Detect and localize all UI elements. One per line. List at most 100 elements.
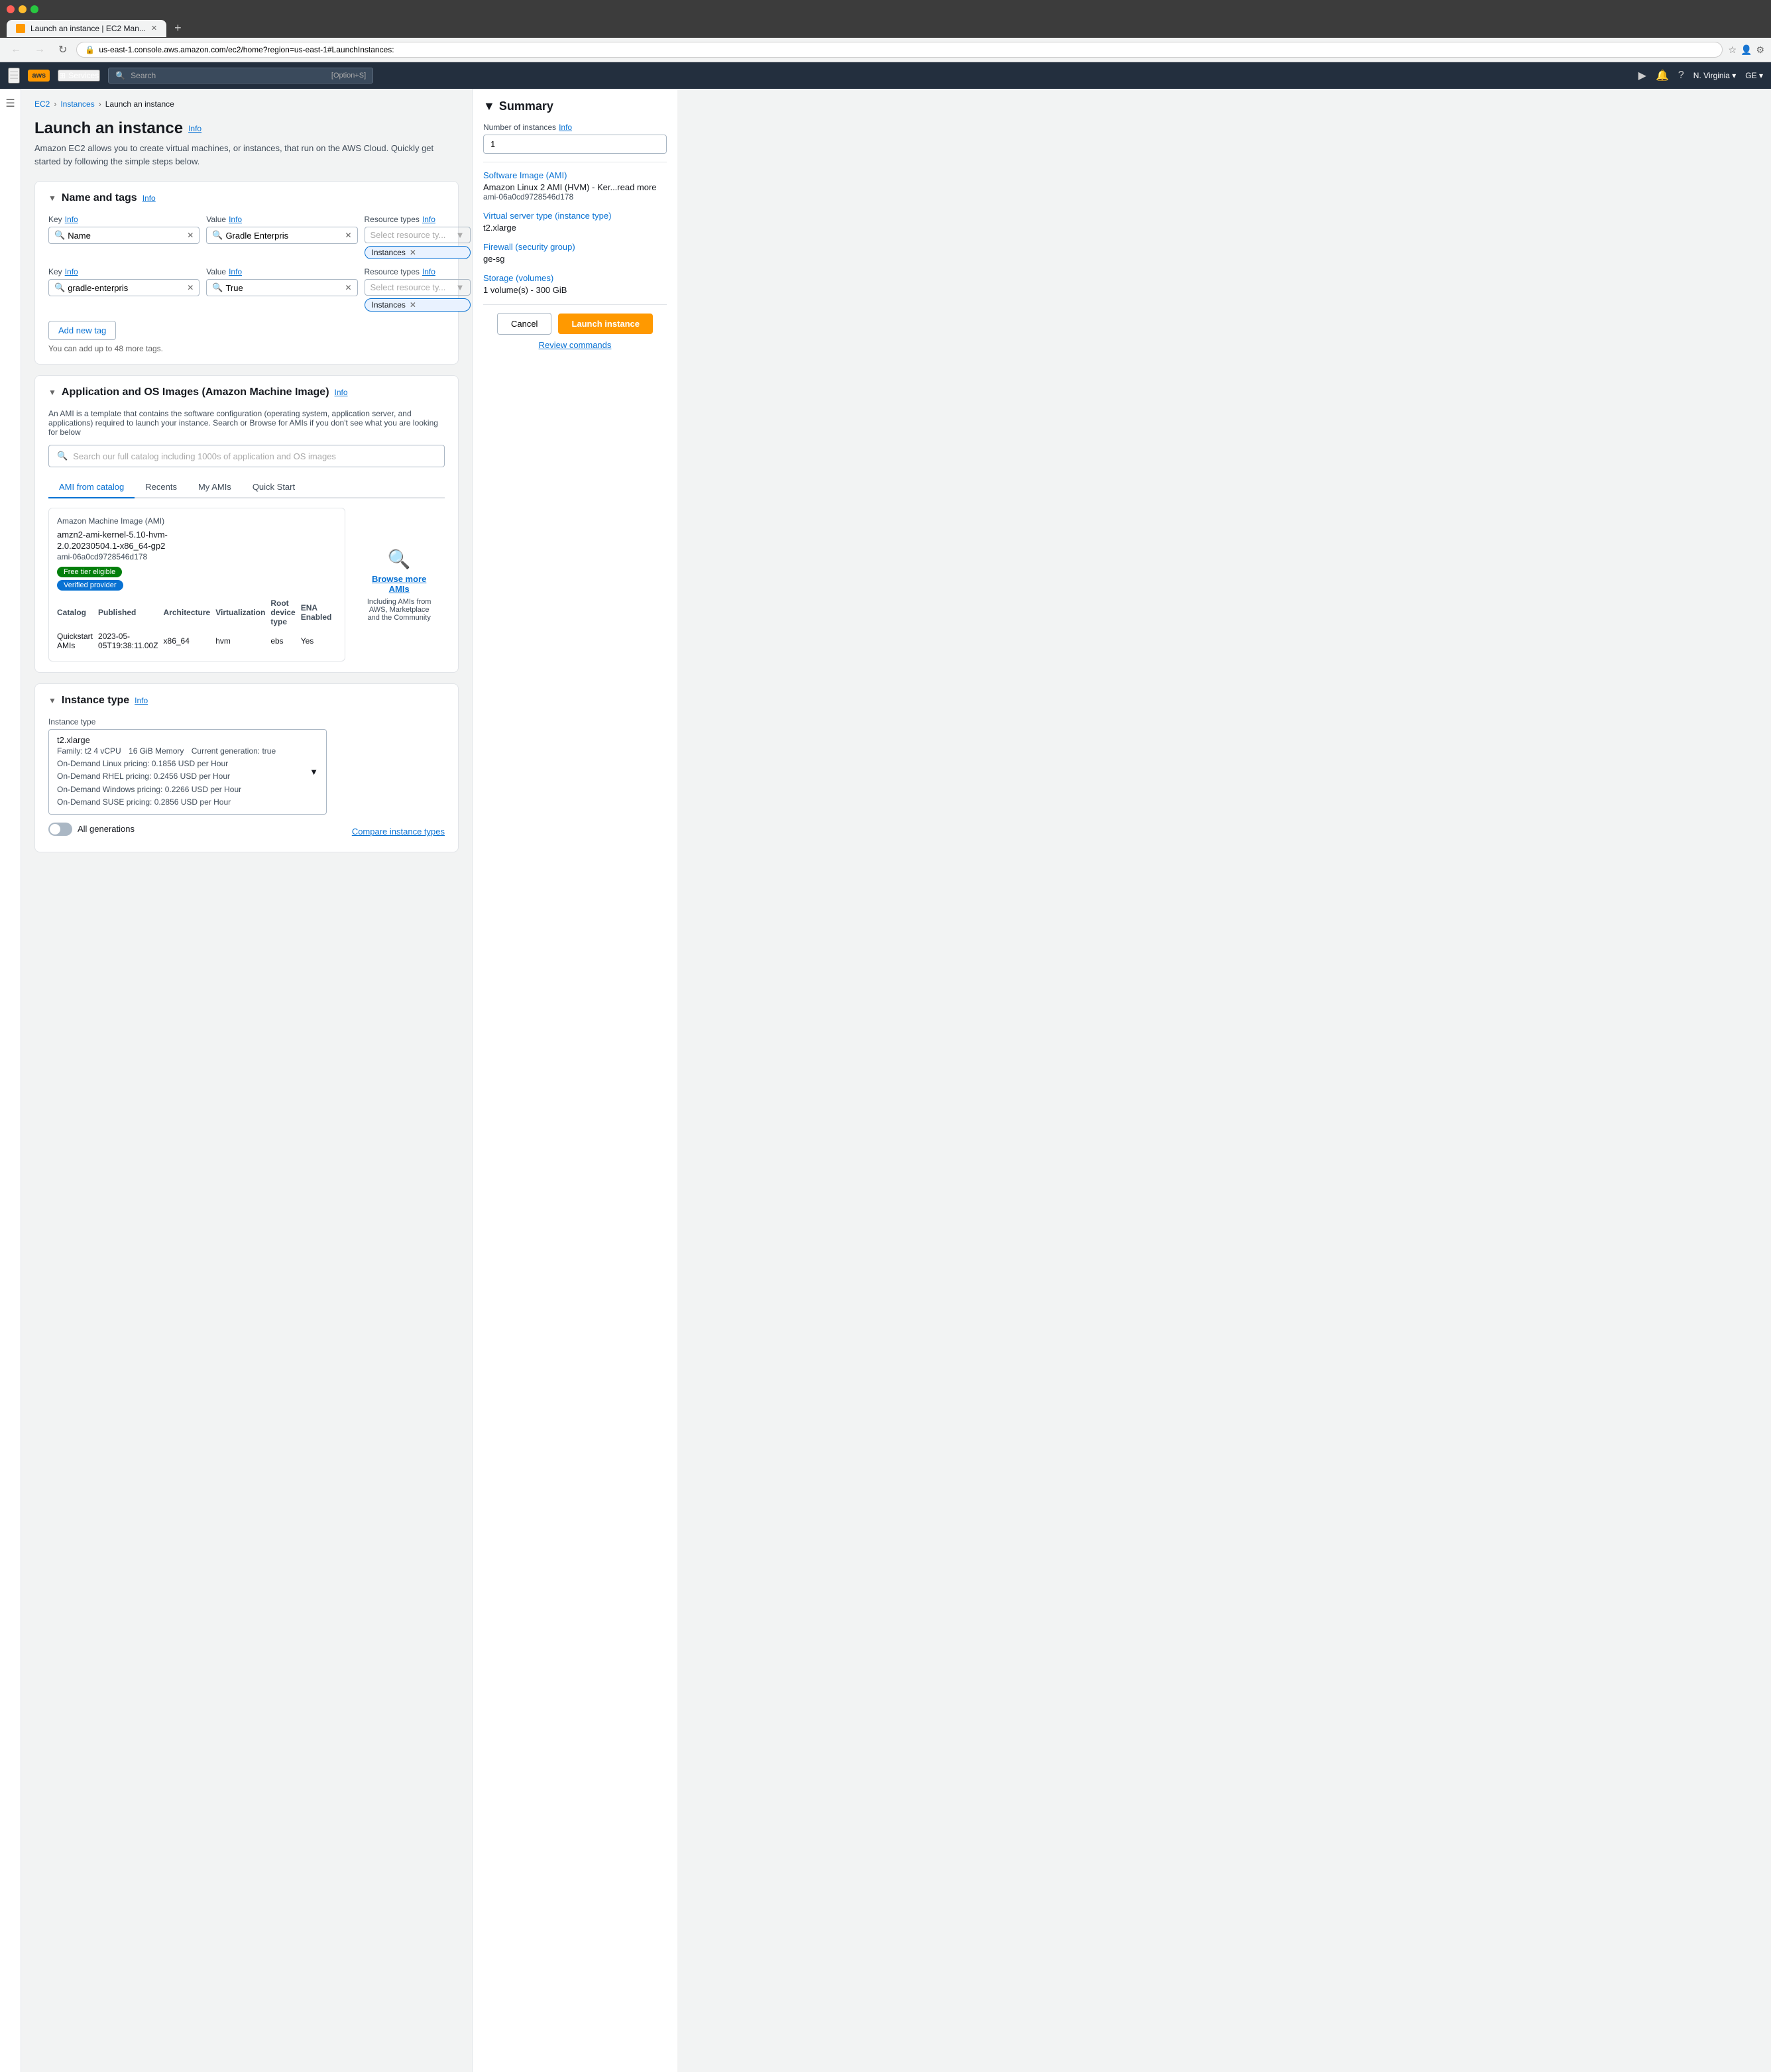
resource-info-1[interactable]: Info bbox=[422, 215, 435, 224]
summary-divider-2 bbox=[483, 304, 667, 305]
ami-tab-recents[interactable]: Recents bbox=[135, 477, 188, 498]
search-shortcut: [Option+S] bbox=[331, 72, 366, 80]
ami-section: ▼ Application and OS Images (Amazon Mach… bbox=[34, 375, 459, 673]
ami-tab-myamis[interactable]: My AMIs bbox=[188, 477, 242, 498]
tag-row-1: Key Info 🔍 ✕ Value Info bbox=[48, 215, 445, 259]
cancel-button[interactable]: Cancel bbox=[497, 313, 551, 335]
ami-cell-virt: hvm bbox=[215, 629, 270, 653]
key-clear-1[interactable]: ✕ bbox=[187, 231, 194, 240]
all-generations-switch[interactable] bbox=[48, 823, 72, 836]
add-new-tag-button[interactable]: Add new tag bbox=[48, 321, 116, 340]
aws-topnav: ☰ aws ⊞ Services 🔍 [Option+S] ▶ 🔔 ? N. V… bbox=[0, 62, 1771, 89]
value-clear-1[interactable]: ✕ bbox=[345, 231, 351, 240]
resource-label-2: Resource types Info bbox=[365, 267, 471, 276]
sidebar-toggle-button[interactable]: ☰ bbox=[0, 89, 21, 2072]
resource-select-2[interactable]: Select resource ty... ▼ bbox=[365, 279, 471, 296]
resource-dropdown-icon-2: ▼ bbox=[456, 282, 465, 292]
help-icon[interactable]: ? bbox=[1678, 70, 1684, 82]
instances-badge-text-2: Instances bbox=[372, 300, 406, 310]
ami-tab-catalog[interactable]: AMI from catalog bbox=[48, 477, 135, 498]
ami-search-bar[interactable]: 🔍 bbox=[48, 445, 445, 467]
num-instances-info[interactable]: Info bbox=[559, 123, 572, 132]
ami-table-row: Quickstart AMIs 2023-05-05T19:38:11.00Z … bbox=[57, 629, 337, 653]
server-type-title[interactable]: Virtual server type (instance type) bbox=[483, 211, 667, 221]
traffic-light-minimize[interactable] bbox=[19, 5, 27, 13]
search-input[interactable] bbox=[131, 71, 326, 80]
resource-placeholder-2: Select resource ty... bbox=[371, 282, 446, 292]
key-text-input-2[interactable] bbox=[68, 283, 184, 293]
resource-info-2[interactable]: Info bbox=[422, 267, 435, 276]
instance-type-selector[interactable]: t2.xlarge Family: t2 4 vCPU 16 GiB Memor… bbox=[48, 729, 327, 815]
bookmark-button[interactable]: ☆ bbox=[1728, 44, 1737, 56]
summary-actions: Cancel Launch instance bbox=[483, 313, 667, 335]
instance-memory: 16 GiB Memory bbox=[129, 746, 184, 756]
username-menu[interactable]: GE ▾ bbox=[1745, 71, 1763, 80]
value-info-1[interactable]: Info bbox=[229, 215, 242, 224]
value-info-2[interactable]: Info bbox=[229, 267, 242, 276]
value-text-input-2[interactable] bbox=[225, 283, 342, 293]
name-tags-collapse-icon[interactable]: ▼ bbox=[48, 194, 56, 203]
launch-instance-button[interactable]: Launch instance bbox=[558, 314, 653, 334]
ami-search-input[interactable] bbox=[73, 451, 436, 461]
key-clear-2[interactable]: ✕ bbox=[187, 283, 194, 292]
key-input-2[interactable]: 🔍 ✕ bbox=[48, 279, 200, 296]
instance-type-info-link[interactable]: Info bbox=[135, 696, 148, 705]
hamburger-menu-button[interactable]: ☰ bbox=[8, 68, 20, 84]
key-input-1[interactable]: 🔍 ✕ bbox=[48, 227, 200, 244]
value-input-2[interactable]: 🔍 ✕ bbox=[206, 279, 357, 296]
nav-back-button[interactable]: ← bbox=[7, 42, 25, 57]
video-icon[interactable]: ▶ bbox=[1638, 69, 1646, 82]
value-text-input-1[interactable] bbox=[225, 231, 342, 241]
instance-family: Family: t2 bbox=[57, 746, 93, 756]
page-info-link[interactable]: Info bbox=[188, 124, 201, 133]
instance-type-collapse-icon[interactable]: ▼ bbox=[48, 696, 56, 705]
ami-col-published: Published bbox=[98, 596, 164, 629]
search-bar[interactable]: 🔍 [Option+S] bbox=[108, 68, 373, 84]
traffic-light-close[interactable] bbox=[7, 5, 15, 13]
firewall-title[interactable]: Firewall (security group) bbox=[483, 242, 667, 252]
new-tab-button[interactable]: + bbox=[169, 19, 187, 38]
breadcrumb-instances[interactable]: Instances bbox=[60, 99, 94, 109]
ami-tab-quickstart[interactable]: Quick Start bbox=[242, 477, 306, 498]
nav-refresh-button[interactable]: ↻ bbox=[54, 42, 71, 58]
ami-cell-root: ebs bbox=[270, 629, 300, 653]
region-selector[interactable]: N. Virginia ▾ bbox=[1693, 71, 1737, 80]
summary-collapse-icon[interactable]: ▼ bbox=[483, 99, 495, 113]
profile-button[interactable]: 👤 bbox=[1741, 44, 1752, 56]
instances-badge-remove-1[interactable]: ✕ bbox=[410, 248, 416, 257]
compare-instance-types-link[interactable]: Compare instance types bbox=[352, 827, 445, 836]
traffic-light-maximize[interactable] bbox=[30, 5, 38, 13]
summary-server-type: Virtual server type (instance type) t2.x… bbox=[483, 211, 667, 233]
name-tags-info-link[interactable]: Info bbox=[143, 194, 156, 203]
url-input[interactable] bbox=[99, 45, 1714, 54]
bell-icon[interactable]: 🔔 bbox=[1656, 69, 1669, 82]
browse-amis-link[interactable]: Browse more AMIs bbox=[367, 574, 431, 594]
ami-info-link[interactable]: Info bbox=[335, 388, 348, 397]
nav-forward-button[interactable]: → bbox=[30, 42, 49, 57]
instances-badge-remove-2[interactable]: ✕ bbox=[410, 300, 416, 310]
ami-section-title: Application and OS Images (Amazon Machin… bbox=[62, 386, 329, 398]
review-commands-link[interactable]: Review commands bbox=[483, 340, 667, 350]
num-instances-input[interactable] bbox=[483, 135, 667, 154]
key-info-1[interactable]: Info bbox=[65, 215, 78, 224]
instance-windows-pricing: On-Demand Windows pricing: 0.2266 USD pe… bbox=[57, 783, 276, 796]
key-text-input-1[interactable] bbox=[68, 231, 184, 241]
resource-field-2: Resource types Info Select resource ty..… bbox=[365, 267, 471, 296]
value-label-1: Value Info bbox=[206, 215, 357, 224]
software-image-title[interactable]: Software Image (AMI) bbox=[483, 170, 667, 180]
storage-title[interactable]: Storage (volumes) bbox=[483, 273, 667, 283]
resource-select-1[interactable]: Select resource ty... ▼ bbox=[365, 227, 471, 243]
ami-collapse-icon[interactable]: ▼ bbox=[48, 388, 56, 397]
summary-storage: Storage (volumes) 1 volume(s) - 300 GiB bbox=[483, 273, 667, 295]
value-input-1[interactable]: 🔍 ✕ bbox=[206, 227, 357, 244]
value-clear-2[interactable]: ✕ bbox=[345, 283, 351, 292]
address-bar[interactable]: 🔒 bbox=[76, 42, 1723, 58]
tab-close-button[interactable]: ✕ bbox=[151, 24, 157, 32]
services-menu-button[interactable]: ⊞ Services bbox=[58, 70, 100, 82]
extensions-button[interactable]: ⚙ bbox=[1756, 44, 1764, 56]
key-info-2[interactable]: Info bbox=[65, 267, 78, 276]
browser-tab[interactable]: Launch an instance | EC2 Man... ✕ bbox=[7, 20, 166, 37]
instances-badge-2: Instances ✕ bbox=[365, 298, 471, 312]
breadcrumb-ec2[interactable]: EC2 bbox=[34, 99, 50, 109]
storage-value: 1 volume(s) - 300 GiB bbox=[483, 285, 667, 295]
